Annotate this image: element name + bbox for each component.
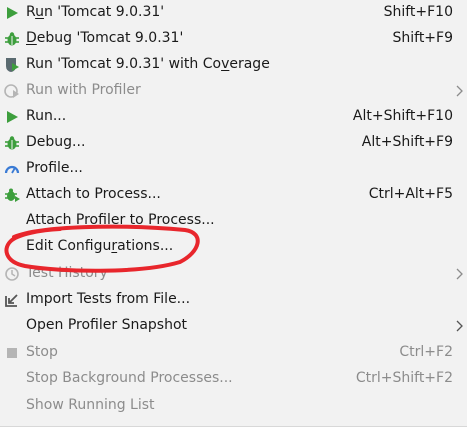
menu-item-shortcut: Shift+F10 bbox=[383, 4, 453, 20]
run-icon bbox=[3, 108, 21, 126]
menu-item-label: Run with Profiler bbox=[26, 82, 141, 98]
menu-item-profile[interactable]: Profile... bbox=[0, 156, 467, 182]
run-menu: Run 'Tomcat 9.0.31' Shift+F10 Debug 'Tom… bbox=[0, 0, 467, 427]
history-icon bbox=[3, 265, 21, 283]
gauge-icon bbox=[3, 160, 21, 178]
import-icon bbox=[3, 291, 21, 309]
menu-item-stop-background[interactable]: Stop Background Processes... Ctrl+Shift+… bbox=[0, 366, 467, 392]
menu-item-label: Debug 'Tomcat 9.0.31' bbox=[26, 30, 184, 46]
menu-item-debug-tomcat[interactable]: Debug 'Tomcat 9.0.31' Shift+F9 bbox=[0, 26, 467, 52]
menu-item-label: Attach Profiler to Process... bbox=[26, 212, 215, 228]
menu-item-show-running-list[interactable]: Show Running List bbox=[0, 393, 467, 419]
menu-item-stop[interactable]: Stop Ctrl+F2 bbox=[0, 340, 467, 366]
menu-item-label: Attach to Process... bbox=[26, 186, 161, 202]
menu-item-label: Stop bbox=[26, 344, 58, 360]
run-icon bbox=[3, 4, 21, 22]
chevron-right-icon bbox=[456, 267, 464, 281]
chevron-right-icon bbox=[456, 319, 464, 333]
stop-icon bbox=[3, 344, 21, 362]
menu-item-edit-configurations[interactable]: Edit Configurations... bbox=[0, 234, 467, 260]
menu-item-debug-ellipsis[interactable]: Debug... Alt+Shift+F9 bbox=[0, 130, 467, 156]
menu-item-run-ellipsis[interactable]: Run... Alt+Shift+F10 bbox=[0, 104, 467, 130]
menu-item-attach-profiler[interactable]: Attach Profiler to Process... bbox=[0, 208, 467, 234]
menu-item-import-tests[interactable]: Import Tests from File... bbox=[0, 287, 467, 313]
menu-item-test-history[interactable]: Test History bbox=[0, 261, 467, 287]
menu-item-shortcut: Ctrl+Alt+F5 bbox=[368, 186, 453, 202]
menu-item-label: Show Running List bbox=[26, 397, 155, 413]
menu-item-label: Stop Background Processes... bbox=[26, 370, 233, 386]
menu-item-run-with-coverage[interactable]: Run 'Tomcat 9.0.31' with Coverage bbox=[0, 52, 467, 78]
menu-item-label: Run 'Tomcat 9.0.31' bbox=[26, 4, 165, 20]
menu-item-shortcut: Ctrl+Shift+F2 bbox=[355, 370, 453, 386]
menu-item-label: Run 'Tomcat 9.0.31' with Coverage bbox=[26, 56, 270, 72]
menu-item-attach-to-process[interactable]: Attach to Process... Ctrl+Alt+F5 bbox=[0, 182, 467, 208]
menu-item-run-with-profiler[interactable]: Run with Profiler bbox=[0, 78, 467, 104]
menu-item-shortcut: Ctrl+F2 bbox=[399, 344, 453, 360]
menu-item-label: Edit Configurations... bbox=[26, 238, 174, 254]
menu-item-open-profiler-snapshot[interactable]: Open Profiler Snapshot bbox=[0, 313, 467, 339]
debug-icon bbox=[3, 30, 21, 48]
menu-item-label: Import Tests from File... bbox=[26, 291, 191, 307]
menu-item-label: Run... bbox=[26, 108, 67, 124]
coverage-icon bbox=[3, 56, 21, 74]
chevron-right-icon bbox=[456, 84, 464, 98]
menu-item-shortcut: Alt+Shift+F10 bbox=[352, 108, 453, 124]
menu-item-label: Open Profiler Snapshot bbox=[26, 317, 188, 333]
debug-icon bbox=[3, 134, 21, 152]
menu-item-shortcut: Alt+Shift+F9 bbox=[361, 134, 453, 150]
menu-item-label: Test History bbox=[26, 265, 108, 281]
menu-item-shortcut: Shift+F9 bbox=[392, 30, 453, 46]
menu-item-run-tomcat[interactable]: Run 'Tomcat 9.0.31' Shift+F10 bbox=[0, 0, 467, 26]
menu-item-label: Profile... bbox=[26, 160, 83, 176]
profiler-icon bbox=[3, 82, 21, 100]
menu-item-label: Debug... bbox=[26, 134, 86, 150]
attach-bug-icon bbox=[3, 186, 21, 204]
